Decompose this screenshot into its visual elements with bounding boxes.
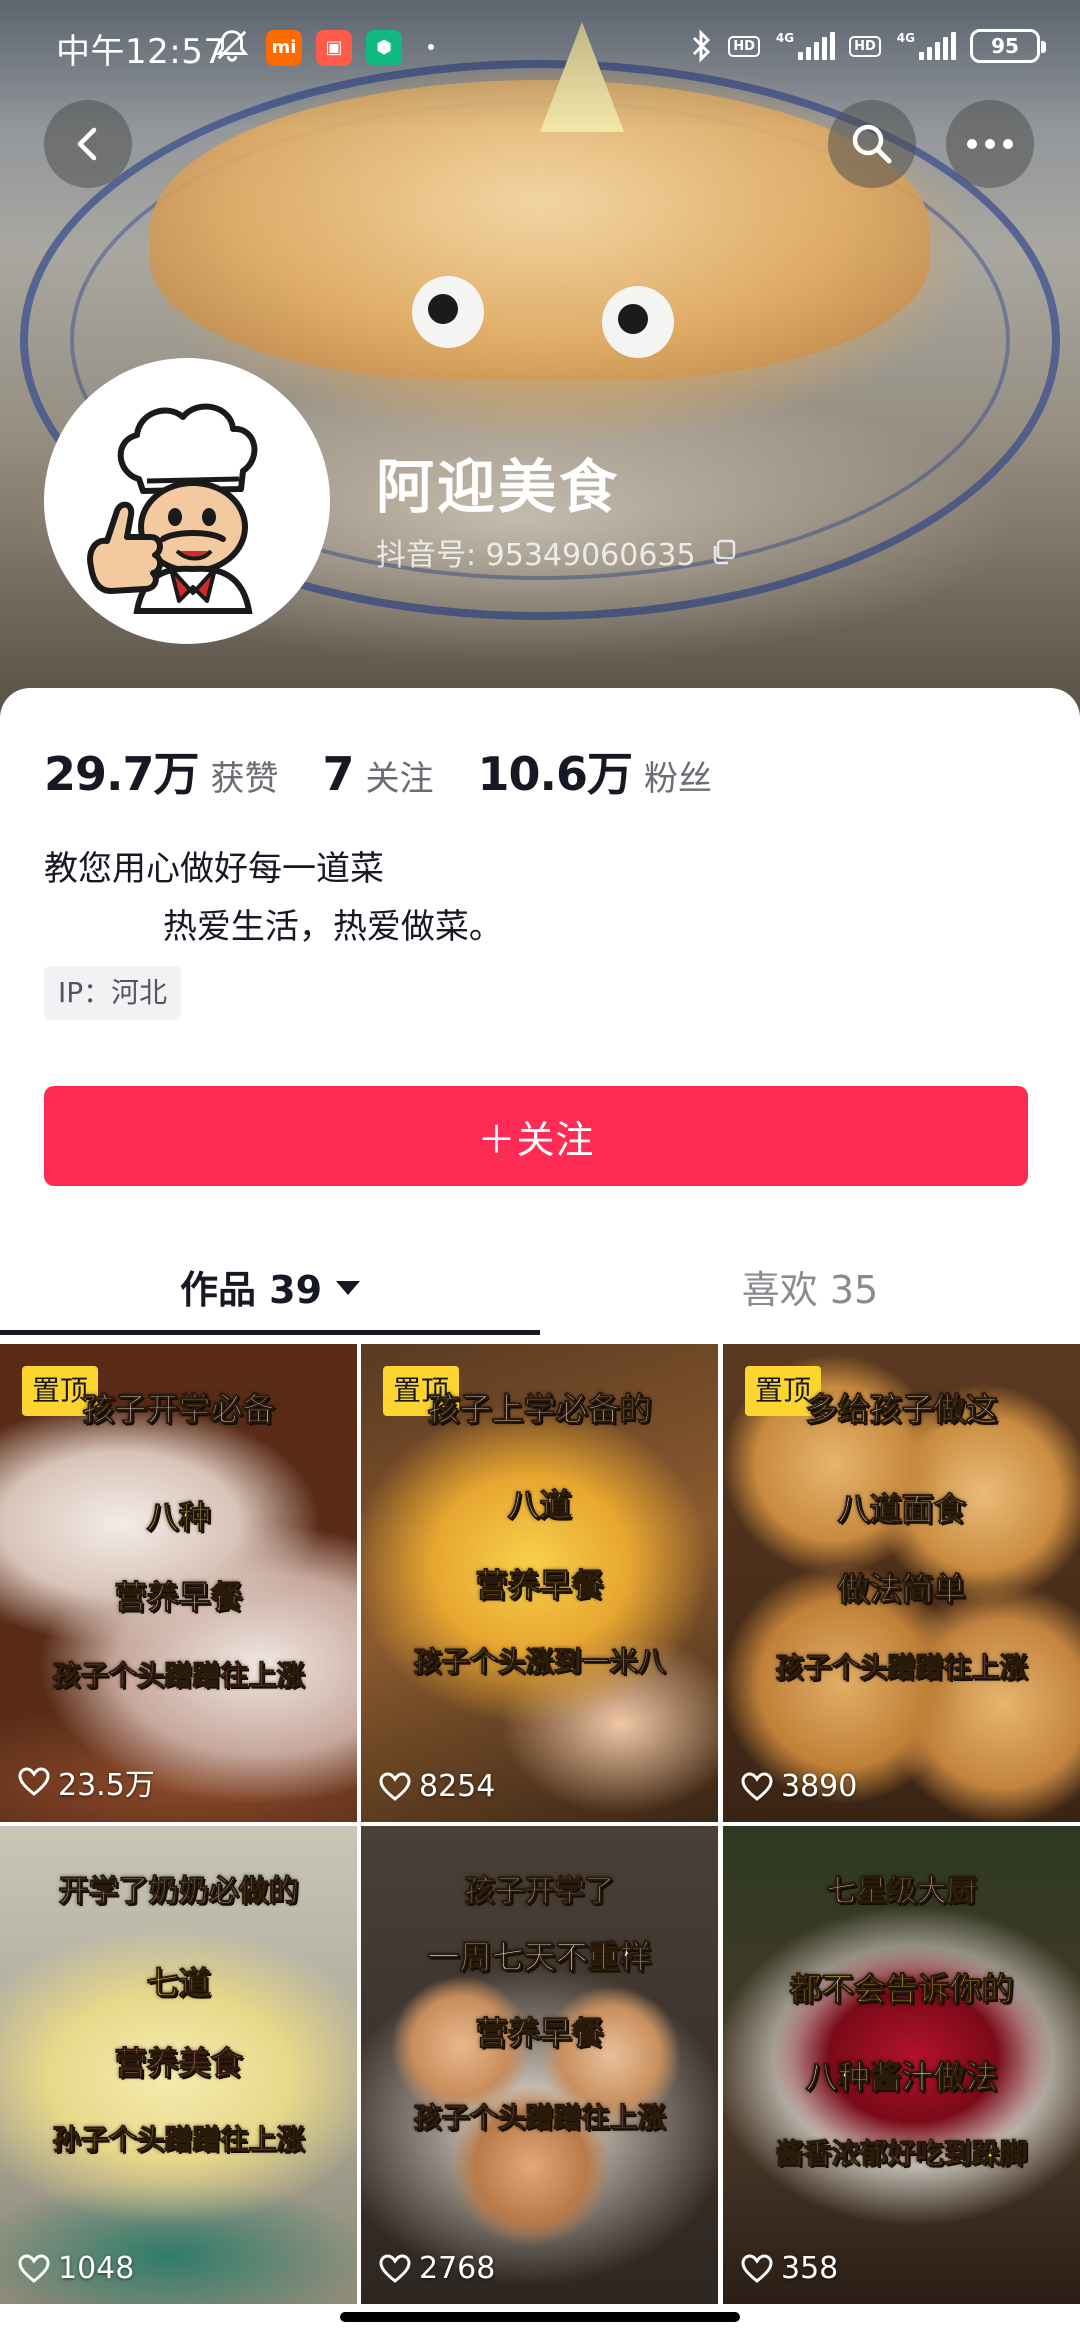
video-caption-line: 营养早餐	[475, 2014, 604, 2053]
video-tile[interactable]: 置顶 孩子上学必备的 八道 营养早餐 孩子个头涨到一米八 8254	[361, 1344, 718, 1822]
video-caption-line: 开学了奶奶必做的	[58, 1874, 299, 1910]
video-caption-line: 孙子个头蹭蹭往上涨	[52, 2123, 305, 2157]
stat-followers[interactable]: 10.6万 粉丝	[478, 738, 713, 804]
profile-stats: 29.7万 获赞 7 关注 10.6万 粉丝	[44, 738, 756, 801]
stat-label: 粉丝	[644, 759, 713, 799]
video-caption-line: 做法简单	[837, 1570, 966, 1609]
heart-outline-icon	[741, 1771, 773, 1801]
follow-button[interactable]: ＋关注	[44, 1086, 1028, 1186]
video-tile[interactable]: 七星级大厨 都不会告诉你的 八种酱汁做法 酱香浓郁好吃到跺脚 358	[723, 1826, 1080, 2304]
video-caption-line: 孩子个头蹭蹭往上涨	[413, 2101, 666, 2135]
video-tile[interactable]: 置顶 多给孩子做这 八道面食 做法简单 孩子个头蹭蹭往上涨 3890	[723, 1344, 1080, 1822]
home-indicator[interactable]	[340, 2312, 740, 2322]
active-tab-indicator	[0, 1330, 540, 1335]
tab-works[interactable]: 作品 39	[0, 1228, 540, 1344]
like-count-text: 1048	[58, 2251, 135, 2286]
video-caption-line: 八道	[507, 1486, 572, 1525]
heart-outline-icon	[18, 1767, 50, 1796]
stat-value: 10.6万	[477, 747, 633, 801]
like-count-text: 358	[781, 2251, 839, 2286]
heart-outline-icon	[741, 2253, 773, 2283]
video-caption-line: 八道面食	[837, 1490, 966, 1529]
video-caption-line: 多给孩子做这	[805, 1390, 998, 1429]
video-caption-line: 营养早餐	[114, 1578, 243, 1617]
video-caption-line: 都不会告诉你的	[789, 1970, 1014, 2009]
like-count-text: 3890	[781, 1769, 858, 1804]
chevron-left-icon	[77, 127, 97, 161]
like-count: 358	[741, 2251, 838, 2286]
more-button[interactable]	[946, 100, 1034, 188]
stat-label: 关注	[365, 759, 434, 799]
video-grid: 置顶 孩子开学必备 八种 营养早餐 孩子个头蹭蹭往上涨 23.5万 置顶 孩子上…	[0, 1344, 1080, 2322]
status-right-group: HD 4G HD 4G 95	[690, 26, 1046, 66]
like-count-text: 2768	[419, 2251, 496, 2286]
back-button[interactable]	[44, 100, 132, 188]
heart-outline-icon	[379, 1771, 411, 1801]
hd-indicator-1: HD	[728, 35, 760, 57]
video-caption-line: 八种	[146, 1498, 211, 1537]
avatar[interactable]	[44, 358, 330, 644]
status-bar: 中午12:57 mi ▣ ⬢ HD 4G HD 4G 95	[0, 0, 1080, 92]
profile-name: 阿迎美食	[376, 453, 621, 521]
tab-likes[interactable]: 喜欢 35	[540, 1228, 1080, 1344]
signal-strength-icon-1: 4G	[774, 31, 836, 61]
video-caption-line: 酱香浓郁好吃到跺脚	[775, 2137, 1028, 2171]
like-count-text: 8254	[419, 1769, 496, 1804]
video-tile[interactable]: 置顶 孩子开学必备 八种 营养早餐 孩子个头蹭蹭往上涨 23.5万	[0, 1344, 357, 1822]
ip-location-tag: IP：河北	[44, 966, 182, 1020]
video-caption-line: 一周七天不重样	[427, 1938, 652, 1977]
video-caption-line: 七星级大厨	[826, 1874, 977, 1910]
like-count: 23.5万	[18, 1760, 155, 1804]
tab-works-label: 作品 39	[179, 1267, 323, 1312]
like-count: 2768	[379, 2251, 495, 2286]
bluetooth-icon	[693, 29, 711, 63]
chef-thumbs-up-logo	[47, 361, 327, 641]
battery-icon: 95	[970, 29, 1046, 63]
shop-app-icon: ▣	[316, 30, 352, 66]
more-dots-icon	[967, 139, 1013, 149]
video-caption-line: 七道	[146, 1964, 211, 2003]
like-count: 1048	[18, 2251, 134, 2286]
like-count: 8254	[379, 1769, 495, 1804]
signal-strength-icon-2: 4G	[895, 31, 956, 61]
profile-card: 29.7万 获赞 7 关注 10.6万 粉丝 教您用心做好每一道菜 热爱生活，热…	[0, 688, 1080, 2340]
heart-outline-icon	[379, 2253, 411, 2283]
search-button[interactable]	[828, 100, 916, 188]
stat-following[interactable]: 7 关注	[323, 747, 434, 801]
video-caption-line: 八种酱汁做法	[805, 2058, 998, 2097]
mi-app-icon: mi	[266, 30, 302, 66]
security-app-icon: ⬢	[366, 30, 402, 66]
video-caption-line: 营养美食	[114, 2044, 243, 2083]
douyin-id-text: 抖音号: 95349060635	[376, 538, 696, 573]
profile-tabs: 作品 39 喜欢 35	[0, 1228, 1080, 1344]
copy-icon[interactable]	[710, 538, 738, 566]
notification-dot	[428, 44, 434, 50]
douyin-id[interactable]: 抖音号: 95349060635	[376, 530, 738, 574]
video-tile[interactable]: 开学了奶奶必做的 七道 营养美食 孙子个头蹭蹭往上涨 1048	[0, 1826, 357, 2304]
stat-value: 29.7万	[44, 747, 199, 801]
video-caption-line: 孩子个头蹭蹭往上涨	[52, 1659, 305, 1693]
stat-label: 获赞	[210, 759, 279, 799]
video-caption-line: 孩子个头涨到一米八	[413, 1645, 666, 1679]
hd-indicator-2: HD	[849, 35, 881, 57]
like-count: 3890	[741, 1769, 857, 1804]
like-count-text: 23.5万	[58, 1768, 155, 1803]
bio-line-2: 热爱生活，热爱做菜。	[44, 907, 503, 947]
stat-likes[interactable]: 29.7万 获赞	[44, 738, 279, 804]
video-caption-line: 孩子上学必备的	[427, 1390, 652, 1429]
stat-value: 7	[322, 747, 355, 801]
video-caption-line: 营养早餐	[475, 1566, 604, 1605]
video-caption-line: 孩子开学了	[464, 1874, 615, 1910]
status-time: 中午12:57	[56, 32, 226, 72]
muted-bell-icon	[215, 30, 249, 62]
bio-line-1: 教您用心做好每一道菜	[44, 849, 384, 889]
video-tile[interactable]: 孩子开学了 一周七天不重样 营养早餐 孩子个头蹭蹭往上涨 2768	[361, 1826, 718, 2304]
tab-likes-label: 喜欢 35	[741, 1267, 879, 1312]
caret-down-icon[interactable]	[336, 1281, 361, 1295]
video-caption-line: 孩子开学必备	[82, 1390, 275, 1429]
video-caption-line: 孩子个头蹭蹭往上涨	[775, 1651, 1028, 1685]
profile-bio: 教您用心做好每一道菜 热爱生活，热爱做菜。	[44, 840, 503, 956]
search-icon	[852, 124, 892, 164]
heart-outline-icon	[18, 2253, 50, 2283]
